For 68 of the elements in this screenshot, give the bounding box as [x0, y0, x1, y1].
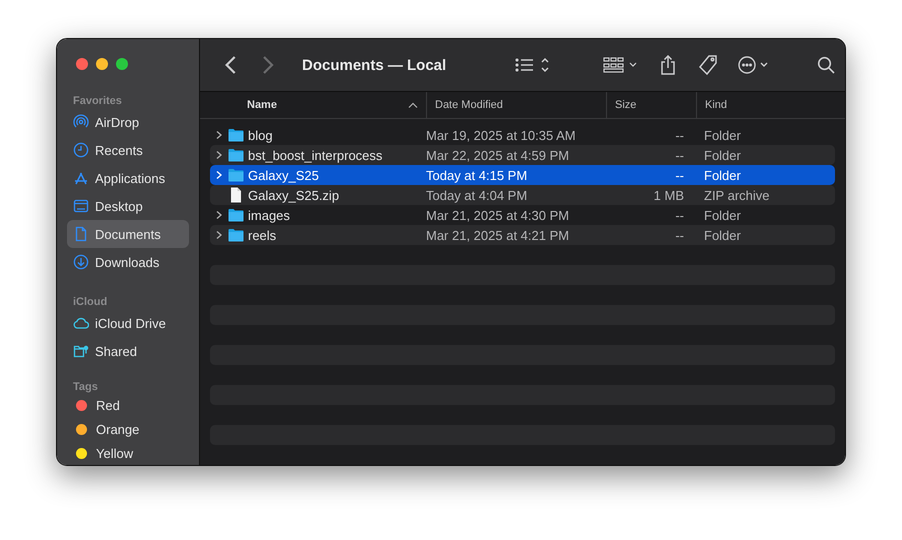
- file-size: --: [674, 148, 685, 162]
- file-kind: Folder: [703, 228, 742, 242]
- date-modified: Mar 19, 2025 at 10:35 AM: [426, 128, 577, 142]
- date-modified: Mar 21, 2025 at 4:30 PM: [426, 208, 570, 222]
- sidebar-item[interactable]: Recents: [67, 136, 189, 164]
- file-kind: Folder: [703, 128, 742, 142]
- sidebar-heading: Tags: [72, 380, 99, 393]
- column-header[interactable]: Kind: [696, 92, 845, 118]
- sort-chevron-icon: [408, 102, 418, 108]
- file-name: bst_boost_interprocess: [248, 148, 382, 162]
- download-icon: [73, 254, 89, 270]
- cloud-icon: [73, 315, 89, 331]
- file-row[interactable]: Galaxy_S25 Today at 4:15 PM -- Folder: [210, 165, 835, 185]
- file-size: 1 MB: [652, 188, 685, 202]
- sidebar-item[interactable]: iCloud Drive: [67, 309, 189, 337]
- file-name: reels: [248, 228, 276, 242]
- share-icon[interactable]: [659, 55, 677, 75]
- file-icon: [228, 187, 244, 203]
- date-modified: Mar 21, 2025 at 4:21 PM: [426, 228, 570, 242]
- sidebar-item[interactable]: Applications: [67, 164, 189, 192]
- file-row[interactable]: images Mar 21, 2025 at 4:30 PM -- Folder: [210, 205, 835, 225]
- folder-icon: [228, 128, 244, 142]
- sidebar-item[interactable]: Red: [67, 393, 189, 417]
- applications-icon: [73, 170, 89, 186]
- sidebar-heading: Favorites: [72, 94, 123, 108]
- column-header[interactable]: Date Modified: [426, 92, 606, 118]
- folder-icon: [228, 148, 244, 162]
- airdrop-icon: [73, 114, 89, 130]
- document-icon: [73, 226, 89, 242]
- date-modified: Today at 4:04 PM: [426, 188, 528, 202]
- window-title: Documents — Local: [302, 56, 446, 74]
- file-name: Galaxy_S25: [248, 168, 319, 182]
- desktop-icon: [73, 198, 89, 214]
- column-header[interactable]: Name: [200, 92, 426, 118]
- file-kind: Folder: [703, 148, 742, 162]
- shared-folder-icon: [73, 343, 89, 359]
- file-kind: Folder: [703, 168, 742, 182]
- search-icon[interactable]: [817, 56, 835, 74]
- folder-icon: [228, 168, 244, 182]
- sidebar-item[interactable]: Downloads: [67, 248, 189, 276]
- file-kind: ZIP archive: [703, 188, 771, 202]
- file-kind: Folder: [703, 208, 742, 222]
- file-name: images: [248, 208, 290, 222]
- sidebar-item[interactable]: Documents: [67, 220, 189, 248]
- sidebar-item[interactable]: Orange: [67, 417, 189, 441]
- sidebar-item[interactable]: AirDrop: [67, 108, 189, 136]
- sidebar-item[interactable]: Yellow: [67, 441, 189, 465]
- file-size: --: [674, 128, 685, 142]
- file-size: --: [674, 208, 685, 222]
- file-row[interactable]: bst_boost_interprocess Mar 22, 2025 at 4:59 PM -- Folder: [210, 145, 835, 165]
- file-row[interactable]: blog Mar 19, 2025 at 10:35 AM -- Folder: [210, 125, 835, 145]
- sidebar-item[interactable]: Desktop: [67, 192, 189, 220]
- folder-icon: [228, 208, 244, 222]
- file-name: Galaxy_S25.zip: [248, 188, 340, 202]
- group-icon[interactable]: [603, 56, 639, 74]
- file-size: --: [674, 228, 685, 242]
- sidebar-item[interactable]: Shared: [67, 337, 189, 365]
- file-row[interactable]: Galaxy_S25.zip Today at 4:04 PM 1 MB ZIP archive: [210, 185, 835, 205]
- date-modified: Today at 4:15 PM: [426, 168, 528, 182]
- clock-icon: [73, 142, 89, 158]
- sidebar-heading: iCloud: [72, 295, 108, 309]
- tag-icon[interactable]: [697, 54, 719, 76]
- file-name: blog: [248, 128, 273, 142]
- file-size: --: [674, 168, 685, 182]
- folder-icon: [228, 228, 244, 242]
- file-row[interactable]: reels Mar 21, 2025 at 4:21 PM -- Folder: [210, 225, 835, 245]
- date-modified: Mar 22, 2025 at 4:59 PM: [426, 148, 570, 162]
- column-header[interactable]: Size: [606, 92, 696, 118]
